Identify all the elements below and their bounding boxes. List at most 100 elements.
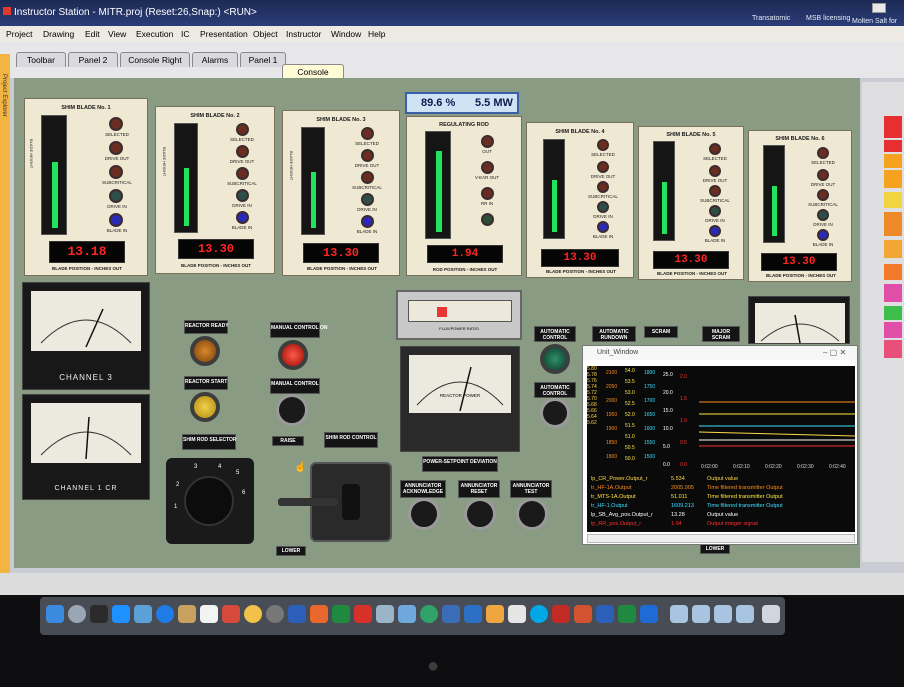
contacts-icon[interactable] xyxy=(178,605,196,623)
desktop-file-icon[interactable] xyxy=(872,3,886,13)
app-store-icon[interactable] xyxy=(112,605,130,623)
menu-instructor[interactable]: Instructor xyxy=(286,29,321,39)
horizontal-scrollbar[interactable] xyxy=(587,534,855,543)
mission-control-icon[interactable] xyxy=(90,605,108,623)
blade-height-bar xyxy=(311,172,316,228)
annunciator-tile[interactable] xyxy=(884,340,902,358)
menu-window[interactable]: Window xyxy=(331,29,361,39)
window-thumbnail-icon[interactable] xyxy=(736,605,754,623)
shim-blade-6-panel: SHIM BLADE No. 6 SELECTED DRIVE OUT SUBC… xyxy=(748,130,852,282)
menu-edit[interactable]: Edit xyxy=(85,29,100,39)
launchpad-icon[interactable] xyxy=(68,605,86,623)
lamp-subcritical xyxy=(597,181,609,193)
skype-icon[interactable] xyxy=(530,605,548,623)
powerpoint-2-icon[interactable] xyxy=(574,605,592,623)
window-thumbnail-icon[interactable] xyxy=(714,605,732,623)
photo-booth-icon[interactable] xyxy=(222,605,240,623)
tab-panel-1[interactable]: Panel 1 xyxy=(240,52,286,67)
desktop-icon-label-3[interactable]: Molten Salt for xyxy=(852,18,897,25)
annunciator-tile[interactable] xyxy=(884,154,902,168)
annunciator-tile[interactable] xyxy=(884,306,902,320)
trend-row-0[interactable]: lp_CR_Power.Output_r 5.534 Output value xyxy=(591,476,738,482)
menu-ic[interactable]: IC xyxy=(181,29,190,39)
word-icon[interactable] xyxy=(288,605,306,623)
lever-handle[interactable] xyxy=(278,498,338,506)
remote-desktop-icon[interactable] xyxy=(442,605,460,623)
menu-drawing[interactable]: Drawing xyxy=(43,29,74,39)
shim-rod-control-lever[interactable] xyxy=(278,462,392,542)
finder-icon[interactable] xyxy=(46,605,64,623)
tick: 51.0 xyxy=(625,434,635,440)
menu-view[interactable]: View xyxy=(108,29,126,39)
menu-object[interactable]: Object xyxy=(253,29,278,39)
annunciator-tile[interactable] xyxy=(884,212,902,236)
annunciator-tile[interactable] xyxy=(884,240,902,258)
shim-rod-selector[interactable]: 1 2 3 4 5 6 xyxy=(166,458,254,544)
manual-control-on-lamp[interactable] xyxy=(278,340,308,370)
menu-help[interactable]: Help xyxy=(368,29,385,39)
annunciator-tile[interactable] xyxy=(884,170,902,188)
powerpoint-icon[interactable] xyxy=(310,605,328,623)
project-explorer-strip[interactable]: Project Explorer xyxy=(0,54,10,574)
annunciator-tile[interactable] xyxy=(884,284,902,302)
lamp-label: DRIVE OUT xyxy=(810,182,836,187)
reactor-start-button[interactable] xyxy=(190,392,220,422)
window-thumbnail-icon[interactable] xyxy=(692,605,710,623)
annunciator-test-button[interactable] xyxy=(516,498,548,530)
acrobat-reader-icon[interactable] xyxy=(552,605,570,623)
excel-icon[interactable] xyxy=(332,605,350,623)
meter-scale-icon xyxy=(760,314,840,344)
menu-project[interactable]: Project xyxy=(6,29,32,39)
trend-row-5[interactable]: lp_RR_pos.Output_r 1.94 Output integer sig… xyxy=(591,521,758,527)
menu-presentation[interactable]: Presentation xyxy=(200,29,248,39)
annunciator-tile[interactable] xyxy=(884,322,902,338)
selector-pos-2: 2 xyxy=(176,482,180,488)
reactor-ready-lamp[interactable] xyxy=(190,336,220,366)
acrobat-icon[interactable] xyxy=(354,605,372,623)
tab-console-right[interactable]: Console Right xyxy=(120,52,190,67)
desktop-icon-label-2[interactable]: MSB licensing xyxy=(806,15,850,22)
trend-row-1[interactable]: tr_HF-1A.Output 2005.005 Time filtered tra… xyxy=(591,485,783,491)
annunciator-reset-button[interactable] xyxy=(464,498,496,530)
time-tick: 0:02:30 xyxy=(797,464,814,470)
excel-2-icon[interactable] xyxy=(618,605,636,623)
trend-row-2[interactable]: tr_MTS-1A.Output 51.011 Time filtered tran… xyxy=(591,494,783,500)
trend-row-4[interactable]: lp_SB_Avg_pos.Output_r 13.28 Output value xyxy=(591,512,738,518)
annunciator-tile[interactable] xyxy=(884,140,902,152)
menu-execution[interactable]: Execution xyxy=(136,29,173,39)
annunciator-tile[interactable] xyxy=(884,192,902,208)
word-2-icon[interactable] xyxy=(596,605,614,623)
vlc-icon[interactable] xyxy=(486,605,504,623)
trend-plot: 5.80 5.78 5.76 5.74 5.72 5.70 5.68 5.66 5.64 5.62… xyxy=(587,366,855,474)
skype-business-icon[interactable] xyxy=(640,605,658,623)
preview-icon[interactable] xyxy=(134,605,152,623)
trash-icon[interactable] xyxy=(762,605,780,623)
blade-height-bar xyxy=(772,186,777,236)
manual-control-button[interactable] xyxy=(276,394,308,426)
selector-knob[interactable] xyxy=(184,476,234,526)
network-icon[interactable] xyxy=(420,605,438,623)
annunciator-tile[interactable] xyxy=(884,116,902,138)
automatic-control-button[interactable] xyxy=(540,398,570,428)
annunciator-tile[interactable] xyxy=(884,264,902,280)
calendar-icon[interactable] xyxy=(200,605,218,623)
textedit-icon[interactable] xyxy=(508,605,526,623)
window-thumbnail-icon[interactable] xyxy=(670,605,688,623)
archive-icon[interactable] xyxy=(398,605,416,623)
outlook-icon[interactable] xyxy=(464,605,482,623)
desktop-icon-label-1[interactable]: Transatomic xyxy=(752,15,790,22)
window-controls-icon[interactable]: – ▢ ✕ xyxy=(823,348,846,357)
tab-alarms[interactable]: Alarms xyxy=(192,52,238,67)
safari-icon[interactable] xyxy=(156,605,174,623)
tab-toolbar[interactable]: Toolbar xyxy=(16,52,66,67)
tab-console[interactable]: Console xyxy=(282,64,344,78)
annunciator-acknowledge-button[interactable] xyxy=(408,498,440,530)
app-icon xyxy=(3,7,11,15)
utility-icon[interactable] xyxy=(376,605,394,623)
automatic-control-lamp[interactable] xyxy=(540,344,570,374)
tab-panel-2[interactable]: Panel 2 xyxy=(68,52,118,67)
photos-icon[interactable] xyxy=(244,605,262,623)
trend-lines xyxy=(699,401,855,447)
trend-row-3[interactable]: tr_HF-1.Output 1609.213 Time filtered tran… xyxy=(591,503,783,509)
system-preferences-icon[interactable] xyxy=(266,605,284,623)
